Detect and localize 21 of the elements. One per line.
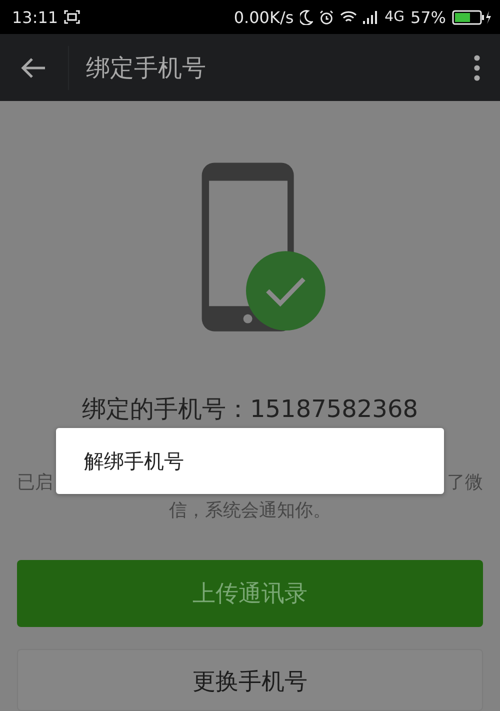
description-text: 了微: [447, 471, 483, 495]
bound-phone-number: 绑定的手机号：15187582368: [81, 395, 419, 423]
upload-contacts-button[interactable]: 上传通讯录: [17, 560, 483, 627]
time: 13:11: [12, 8, 58, 26]
screenshot-icon: [64, 10, 80, 24]
alarm-icon: [318, 10, 334, 24]
battery-percent: 57%: [410, 8, 446, 26]
check-circle-icon: [246, 251, 326, 330]
back-button[interactable]: [20, 56, 46, 78]
more-options-button[interactable]: [474, 54, 480, 80]
battery-charging-icon: [452, 10, 492, 24]
network-type: 4G: [384, 9, 404, 25]
signal-icon: [362, 10, 379, 24]
change-number-button[interactable]: 更换手机号: [17, 649, 483, 711]
wifi-icon: [340, 10, 357, 24]
description-text: 信，系统会通知你。: [168, 499, 332, 523]
page-title: 绑定手机号: [86, 52, 207, 84]
network-speed: 0.00K/s: [234, 8, 294, 26]
description-text: 已启: [17, 471, 53, 495]
menu-item[interactable]: 解绑手机号: [56, 428, 444, 494]
moon-icon: [300, 10, 313, 24]
